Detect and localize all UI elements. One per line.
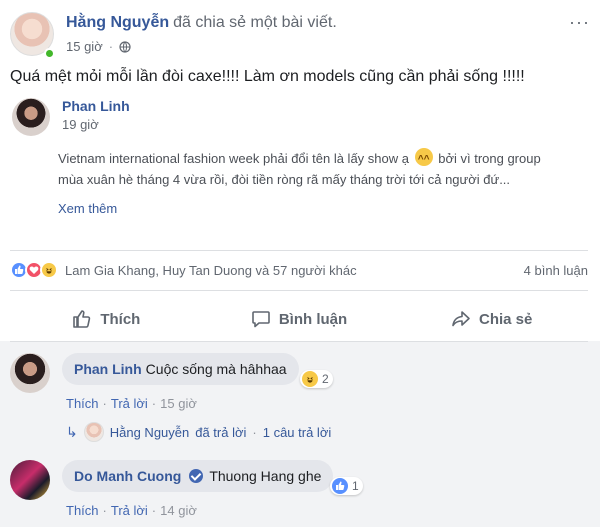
divider <box>10 341 588 342</box>
see-more-link[interactable]: Xem thêm <box>58 201 117 216</box>
comment-time[interactable]: 15 giờ <box>160 396 197 411</box>
comment-count[interactable]: 4 bình luận <box>524 263 588 278</box>
comment-author[interactable]: Do Manh Cuong <box>74 468 181 484</box>
comment-text: Thuong Hang ghe <box>209 468 322 484</box>
reply-summary[interactable]: ↳ Hằng Nguyễn đã trả lời · 1 câu trả lời <box>66 422 331 442</box>
haha-reaction-icon <box>40 261 58 279</box>
reaction-names[interactable]: Lam Gia Khang, Huy Tan Duong và 57 người… <box>65 263 357 278</box>
comment-reaction-badge[interactable]: 2 <box>300 370 333 388</box>
globe-icon <box>119 40 131 53</box>
comment-time[interactable]: 14 giờ <box>160 503 197 518</box>
comment-author[interactable]: Phan Linh <box>74 361 142 377</box>
post-meta: 15 giờ · <box>66 39 131 54</box>
comment-reply-link[interactable]: Trả lời <box>111 503 148 518</box>
verified-icon <box>189 469 204 483</box>
separator: · <box>102 396 107 411</box>
separator: · <box>252 424 257 440</box>
divider <box>10 290 588 291</box>
haha-reaction-icon <box>302 371 318 387</box>
share-icon <box>452 311 470 327</box>
separator: · <box>151 396 157 411</box>
reply-arrow-icon: ↳ <box>66 423 78 440</box>
separator: · <box>108 39 114 54</box>
post-status-text: Quá mệt mỏi mỗi lần đòi caxe!!!! Làm ơn … <box>10 68 525 85</box>
reactions-bar[interactable]: Lam Gia Khang, Huy Tan Duong và 57 người… <box>10 258 588 282</box>
reply-count-link[interactable]: 1 câu trả lời <box>263 425 332 440</box>
shared-text-line-2: mùa xuân hè tháng 4 vừa rồi, đòi tiền rò… <box>58 172 511 187</box>
shared-post-text: Vietnam international fashion week phải … <box>58 148 598 190</box>
shared-post[interactable]: Phan Linh 19 giờ Vietnam international f… <box>10 90 590 250</box>
comment-bubble: Phan Linh Cuộc sống mà hâhhaa <box>62 353 299 385</box>
post-action-bar: Thích Bình luận Chia sẻ <box>10 298 588 340</box>
shared-author-name[interactable]: Phan Linh <box>62 98 130 114</box>
shared-text-line-1: Vietnam international fashion week phải … <box>58 148 598 169</box>
avatar[interactable] <box>12 98 50 136</box>
shared-text-part: bởi vì trong group <box>438 151 541 166</box>
grin-emoji-icon <box>414 148 433 169</box>
share-button[interactable]: Chia sẻ <box>395 298 588 340</box>
comment-item: Phan Linh Cuộc sống mà hâhhaa 2 Thích · Trả… <box>10 353 590 417</box>
like-label: Thích <box>100 310 141 328</box>
post-author-line: Hằng Nguyễn đã chia sẻ một bài viết. <box>66 14 337 32</box>
reaction-count: 1 <box>352 479 359 493</box>
comment-actions: Thích · Trả lời · 14 giờ <box>66 503 197 518</box>
separator: · <box>102 503 107 518</box>
shared-post-time[interactable]: 19 giờ <box>62 117 99 132</box>
post-action-text: đã chia sẻ một bài viết. <box>173 14 337 31</box>
post-author-name[interactable]: Hằng Nguyễn <box>66 14 169 31</box>
comment-reply-link[interactable]: Trả lời <box>111 396 148 411</box>
comment-label: Bình luận <box>278 310 348 328</box>
reaction-count: 2 <box>322 372 329 386</box>
like-reaction-icon <box>332 478 348 494</box>
comment-like-link[interactable]: Thích <box>66 396 99 411</box>
comment-icon <box>252 311 270 328</box>
post-time[interactable]: 15 giờ <box>66 39 103 54</box>
online-status-icon <box>44 48 55 59</box>
comment-reaction-badge[interactable]: 1 <box>330 477 363 495</box>
comment-text: Cuộc sống mà hâhhaa <box>145 361 287 377</box>
comment-button[interactable]: Bình luận <box>203 298 396 340</box>
comment-bubble: Do Manh Cuong Thuong Hang ghe <box>62 460 334 492</box>
thumbs-up-icon <box>73 310 91 328</box>
shared-text-part: Vietnam international fashion week phải … <box>58 151 409 166</box>
comment-item: Do Manh Cuong Thuong Hang ghe 1 Thích · Trả… <box>10 460 590 524</box>
divider <box>10 250 588 251</box>
more-options-icon[interactable]: ··· <box>569 12 590 33</box>
like-button[interactable]: Thích <box>10 298 203 340</box>
comment-like-link[interactable]: Thích <box>66 503 99 518</box>
comment-actions: Thích · Trả lời · 15 giờ <box>66 396 197 411</box>
separator: · <box>151 503 157 518</box>
share-label: Chia sẻ <box>479 310 533 328</box>
post-header: Hằng Nguyễn đã chia sẻ một bài viết. 15 g… <box>10 10 590 62</box>
avatar[interactable] <box>10 353 50 393</box>
reply-action-text: đã trả lời <box>195 424 247 440</box>
avatar <box>83 422 104 442</box>
reply-author[interactable]: Hằng Nguyễn <box>110 425 190 440</box>
avatar[interactable] <box>10 460 50 500</box>
